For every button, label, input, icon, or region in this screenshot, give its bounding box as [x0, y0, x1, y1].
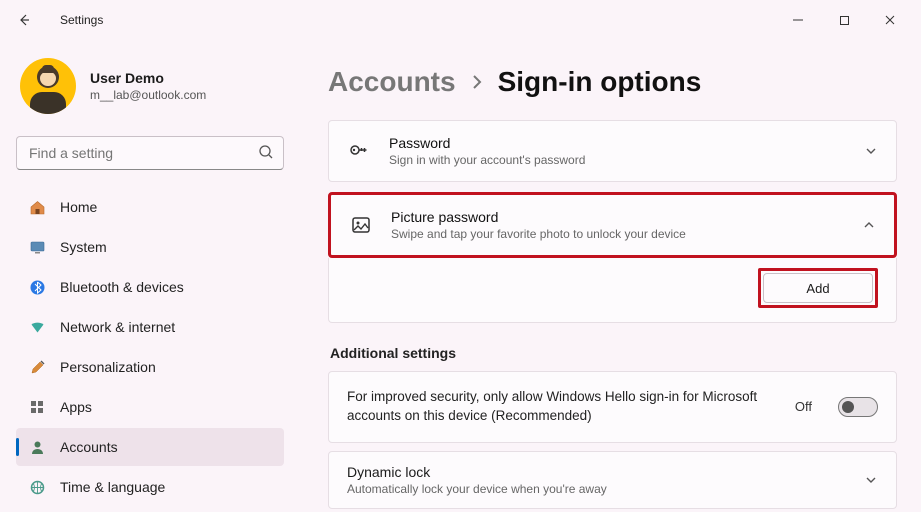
home-icon — [28, 198, 46, 216]
user-name: User Demo — [90, 70, 206, 86]
close-icon — [884, 14, 896, 26]
chevron-up-icon — [862, 218, 876, 232]
hello-signin-toggle[interactable] — [838, 397, 878, 417]
sidebar-item-accounts[interactable]: Accounts — [16, 428, 284, 466]
search-icon — [258, 144, 274, 160]
maximize-icon — [839, 15, 850, 26]
add-button[interactable]: Add — [763, 273, 873, 303]
sidebar-item-bluetooth[interactable]: Bluetooth & devices — [16, 268, 284, 306]
add-button-highlight: Add — [758, 268, 878, 308]
wifi-icon — [28, 318, 46, 336]
main-content: Accounts Sign-in options Password Sign i… — [300, 40, 921, 512]
card-title: Dynamic lock — [347, 464, 846, 480]
back-button[interactable] — [8, 12, 40, 28]
sidebar-item-label: Accounts — [60, 439, 118, 455]
card-title: Picture password — [391, 209, 686, 225]
bluetooth-icon — [28, 278, 46, 296]
apps-icon — [28, 398, 46, 416]
sidebar-item-label: Home — [60, 199, 97, 215]
minimize-button[interactable] — [775, 4, 821, 36]
chevron-down-icon — [864, 473, 878, 487]
image-icon — [349, 214, 373, 236]
chevron-right-icon — [470, 73, 484, 91]
person-icon — [28, 438, 46, 456]
sidebar-item-home[interactable]: Home — [16, 188, 284, 226]
sidebar-item-personalization[interactable]: Personalization — [16, 348, 284, 386]
breadcrumb: Accounts Sign-in options — [328, 66, 897, 98]
sidebar-item-label: Bluetooth & devices — [60, 279, 184, 295]
window-title: Settings — [60, 13, 103, 27]
sidebar-item-apps[interactable]: Apps — [16, 388, 284, 426]
chevron-down-icon — [864, 144, 878, 158]
arrow-left-icon — [16, 12, 32, 28]
dynamic-lock-card[interactable]: Dynamic lock Automatically lock your dev… — [328, 451, 897, 509]
sidebar-item-label: Personalization — [60, 359, 156, 375]
search-input[interactable] — [16, 136, 284, 170]
sidebar-item-network[interactable]: Network & internet — [16, 308, 284, 346]
section-label: Additional settings — [330, 345, 897, 361]
sidebar-item-system[interactable]: System — [16, 228, 284, 266]
sidebar-item-label: System — [60, 239, 107, 255]
system-icon — [28, 238, 46, 256]
minimize-icon — [792, 14, 804, 26]
sidebar-item-time[interactable]: Time & language — [16, 468, 284, 506]
maximize-button[interactable] — [821, 4, 867, 36]
close-button[interactable] — [867, 4, 913, 36]
breadcrumb-parent[interactable]: Accounts — [328, 66, 456, 98]
hello-signin-card: For improved security, only allow Window… — [328, 371, 897, 443]
globe-clock-icon — [28, 478, 46, 496]
toggle-state-label: Off — [795, 399, 812, 414]
setting-text: For improved security, only allow Window… — [347, 388, 777, 426]
password-card[interactable]: Password Sign in with your account's pas… — [328, 120, 897, 182]
sidebar-item-label: Time & language — [60, 479, 165, 495]
paintbrush-icon — [28, 358, 46, 376]
avatar — [20, 58, 76, 114]
key-icon — [347, 140, 371, 162]
picture-password-body: Add — [328, 258, 897, 323]
sidebar-item-label: Network & internet — [60, 319, 175, 335]
sidebar: User Demo m__lab@outlook.com Home System… — [0, 40, 300, 512]
card-desc: Swipe and tap your favorite photo to unl… — [391, 227, 686, 241]
card-desc: Sign in with your account's password — [389, 153, 585, 167]
user-block[interactable]: User Demo m__lab@outlook.com — [16, 48, 284, 132]
sidebar-item-label: Apps — [60, 399, 92, 415]
titlebar: Settings — [0, 0, 921, 40]
user-email: m__lab@outlook.com — [90, 88, 206, 102]
card-title: Password — [389, 135, 585, 151]
breadcrumb-current: Sign-in options — [498, 66, 702, 98]
picture-password-card[interactable]: Picture password Swipe and tap your favo… — [328, 192, 897, 258]
card-desc: Automatically lock your device when you'… — [347, 482, 846, 496]
search-box — [16, 136, 284, 170]
nav: Home System Bluetooth & devices Network … — [16, 188, 284, 506]
